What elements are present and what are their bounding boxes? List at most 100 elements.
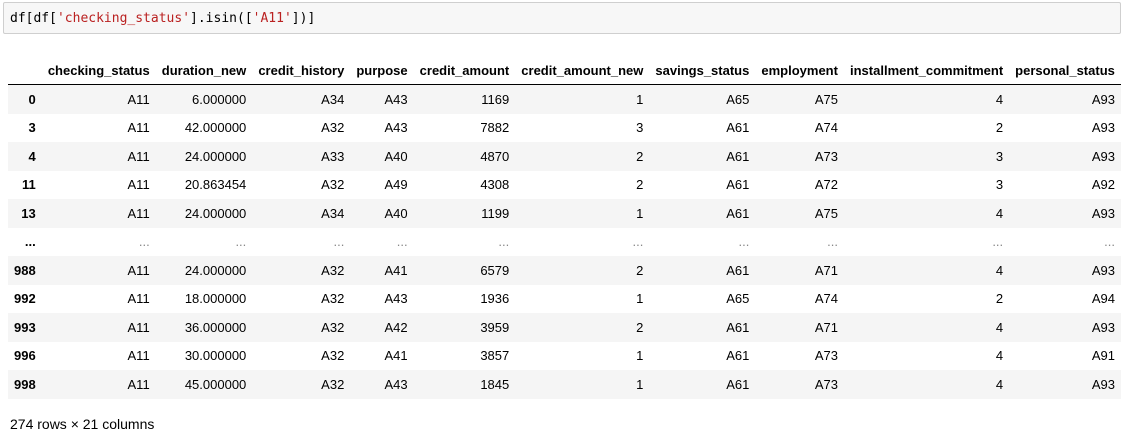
- table-cell: 1199: [481, 205, 510, 221]
- table-row: 13 A11 24.000000 A34 A40 1199 1 A61 A75 4 A93: [8, 199, 1121, 228]
- table-cell: ...: [498, 234, 510, 250]
- table-body: 0 A11 6.000000 A34 A43 1169 1 A65 A75 4 A93 3 A11 42.…: [8, 84, 1121, 399]
- table-cell: 2: [636, 262, 644, 278]
- table-cell: 4: [995, 319, 1004, 335]
- table-cell: 30.000000: [184, 348, 247, 364]
- table-cell: A72: [814, 177, 838, 193]
- code-cell-input[interactable]: df[df['checking_status'].isin(['A11'])]: [3, 2, 1121, 34]
- table-cell: 45.000000: [184, 376, 247, 392]
- table-cell: A32: [321, 376, 345, 392]
- table-row: 992 A11 18.000000 A32 A43 1936 1 A65 A74 2 A94: [8, 285, 1121, 314]
- table-cell: A93: [1091, 120, 1115, 136]
- table-cell: A92: [1091, 177, 1115, 193]
- table-cell: A65: [726, 291, 750, 307]
- dataframe-shape-label: 274 rows × 21 columns: [10, 416, 155, 432]
- table-row: 988 A11 24.000000 A32 A41 6579 2 A61 A71 4 A93: [8, 256, 1121, 285]
- row-index: 993: [14, 319, 36, 335]
- dataframe-output: checking_status duration_new credit_histor…: [8, 56, 1121, 399]
- code-column-key: 'checking_status': [56, 11, 191, 26]
- table-cell: ...: [235, 234, 247, 250]
- code-suffix: ])]: [291, 11, 316, 26]
- table-row: 998 A11 45.000000 A32 A43 1845 1 A61 A73 4 A93: [8, 370, 1121, 399]
- table-cell: A32: [321, 348, 345, 364]
- table-cell: A73: [814, 148, 838, 164]
- table-cell: 3: [636, 120, 644, 136]
- table-cell: A32: [321, 262, 345, 278]
- table-cell: A93: [1091, 262, 1115, 278]
- column-header: employment: [755, 56, 844, 85]
- table-row: 0 A11 6.000000 A34 A43 1169 1 A65 A75 4 A93: [8, 84, 1121, 114]
- column-header: credit_amount: [413, 56, 516, 85]
- column-header: duration_new: [155, 56, 253, 85]
- table-cell: ...: [396, 234, 408, 250]
- table-cell: A43: [384, 91, 408, 107]
- table-cell: 2: [995, 120, 1004, 136]
- column-header: purpose: [350, 56, 414, 85]
- table-cell: 2: [995, 291, 1004, 307]
- table-cell: A11: [127, 291, 150, 307]
- column-header: personal_status: [1009, 56, 1121, 85]
- header-row: checking_status duration_new credit_histor…: [8, 56, 1121, 85]
- column-header: checking_status: [41, 56, 156, 85]
- table-row: 996 A11 30.000000 A32 A41 3857 1 A61 A73 4 A91: [8, 342, 1121, 371]
- table-cell: 2: [636, 177, 644, 193]
- table-cell: A61: [726, 205, 750, 221]
- table-cell: A11: [127, 262, 150, 278]
- table-cell: A65: [726, 91, 750, 107]
- table-cell: A33: [321, 148, 345, 164]
- table-row: 4 A11 24.000000 A33 A40 4870 2 A61 A73 3 A93: [8, 142, 1121, 171]
- table-cell: 1845: [480, 376, 510, 392]
- table-cell: 36.000000: [184, 319, 247, 335]
- table-cell: 42.000000: [184, 120, 247, 136]
- table-cell: A34: [321, 91, 345, 107]
- column-header: credit_history: [252, 56, 351, 85]
- table-cell: 4: [995, 91, 1004, 107]
- table-cell: A61: [726, 177, 750, 193]
- table-row: 993 A11 36.000000 A32 A42 3959 2 A61 A71 4 A93: [8, 313, 1121, 342]
- row-index: ...: [24, 234, 36, 250]
- row-index: 4: [28, 148, 36, 164]
- table-cell: A71: [814, 262, 838, 278]
- row-index: 0: [28, 91, 36, 107]
- table-cell: A43: [384, 376, 408, 392]
- table-cell: 6579: [480, 262, 510, 278]
- table-cell: ...: [1104, 234, 1115, 250]
- row-index: 11: [21, 177, 36, 193]
- table-cell: A11: [127, 177, 150, 193]
- table-cell: 6.000000: [192, 91, 247, 107]
- table-cell: A61: [726, 348, 750, 364]
- table-cell: 3959: [480, 319, 510, 335]
- code-text[interactable]: df[df['checking_status'].isin(['A11'])]: [10, 11, 315, 27]
- row-index: 988: [14, 262, 36, 278]
- table-cell: A71: [814, 319, 838, 335]
- table-cell: 20.863454: [184, 177, 247, 193]
- table-cell: A61: [726, 319, 750, 335]
- table-cell: A75: [814, 205, 838, 221]
- table-cell: A41: [384, 262, 408, 278]
- table-cell: A32: [321, 177, 345, 193]
- code-filter-value: 'A11': [252, 11, 292, 26]
- table-cell: 3: [995, 148, 1004, 164]
- column-header: savings_status: [649, 56, 756, 85]
- row-index: 992: [14, 291, 36, 307]
- table-cell: A41: [384, 348, 408, 364]
- table-cell: 1: [636, 205, 644, 221]
- table-cell: 7882: [480, 120, 510, 136]
- dataframe-table: checking_status duration_new credit_histor…: [8, 56, 1121, 399]
- code-mid: ].isin([: [190, 11, 253, 26]
- row-index: 13: [21, 205, 36, 221]
- table-cell: 18.000000: [184, 291, 247, 307]
- table-cell: A73: [814, 376, 838, 392]
- table-cell: ...: [138, 234, 150, 250]
- table-cell: A11: [127, 319, 150, 335]
- table-cell: A43: [384, 120, 408, 136]
- table-cell: A61: [726, 120, 750, 136]
- table-cell: A11: [127, 148, 150, 164]
- table-row: .................................: [8, 228, 1121, 257]
- table-cell: ...: [992, 234, 1004, 250]
- table-cell: A74: [814, 120, 838, 136]
- table-row: 3 A11 42.000000 A32 A43 7882 3 A61 A74 2 A93: [8, 114, 1121, 143]
- table-cell: A11: [127, 205, 150, 221]
- table-cell: 1: [636, 91, 644, 107]
- table-cell: A74: [814, 291, 838, 307]
